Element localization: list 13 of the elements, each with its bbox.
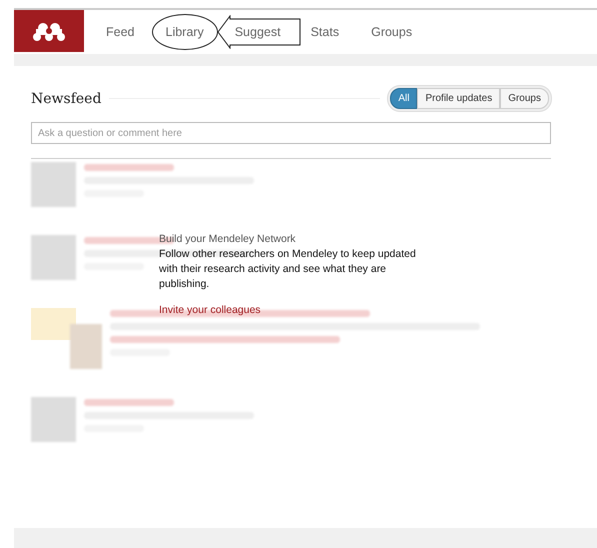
nav-link[interactable]: Feed	[105, 20, 136, 44]
nav-link[interactable]: Stats	[310, 20, 340, 44]
filter-tab[interactable]: Profile updates	[417, 88, 500, 109]
prompt-title: Build your Mendeley Network	[159, 233, 297, 245]
comment-field[interactable]: Ask a question or comment here	[31, 122, 551, 144]
nav-link[interactable]: Library	[152, 14, 218, 50]
prompt-text: Follow other researchers on Mendeley to keep updated with their research activity and see what they are publishing.	[159, 247, 417, 292]
filter-tab[interactable]: Groups	[500, 88, 549, 109]
filter-tab[interactable]: All	[390, 88, 418, 109]
invite-link[interactable]: Invite your colleagues	[159, 304, 261, 316]
newsfeed-title: Newsfeed	[31, 90, 102, 106]
logo[interactable]	[14, 10, 84, 52]
nav-link[interactable]: Groups	[370, 20, 414, 44]
